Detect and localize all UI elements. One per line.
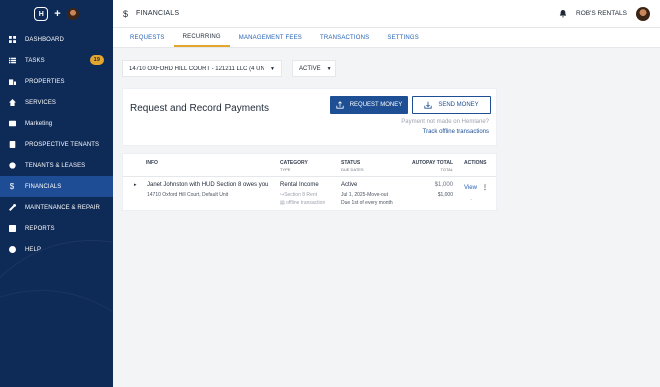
sidebar-nav: DASHBOARD TASKS 19 PROPERTIES SERVICES M… [0, 29, 113, 260]
recurring-table: INFO CATEGORY TYPE STATUS DUE DATES AUTO… [122, 153, 497, 211]
tasks-count-badge: 19 [89, 55, 104, 65]
page-title: FINANCIALS [136, 10, 180, 17]
sidebar-item-label: PROPERTIES [25, 78, 65, 85]
offline-transaction-label: offline transaction [286, 200, 326, 206]
sidebar-item-services[interactable]: SERVICES [0, 92, 113, 113]
sidebar-item-label: REPORTS [25, 225, 55, 232]
row-title: Janet Johnston with HUD Section 8 owes y… [147, 182, 269, 188]
reports-icon [8, 225, 16, 233]
sidebar-item-label: HELP [25, 246, 42, 253]
tab-requests[interactable]: REQUESTS [121, 28, 174, 47]
row-subtitle: 14710 Oxford Hill Court, Default Unit [147, 192, 229, 198]
sidebar-item-label: TENANTS & LEASES [25, 162, 86, 169]
row-total: $1,000 [437, 192, 453, 198]
sidebar-item-marketing[interactable]: Marketing [0, 113, 113, 134]
account-area: ROB'S RENTALS [559, 6, 650, 21]
row-category: Rental Income [280, 182, 319, 188]
row-due-schedule: Due 1st of every month [341, 200, 393, 206]
top-bar: $ FINANCIALS ROB'S RENTALS [113, 0, 660, 28]
row-type: ↪Section 8 Rent [280, 192, 317, 198]
sidebar-header: H + [0, 0, 113, 28]
tab-transactions[interactable]: TRANSACTIONS [311, 28, 378, 47]
offline-question: Payment not made on Hemlane? [401, 119, 489, 125]
send-money-button[interactable]: SEND MONEY [412, 96, 491, 114]
prospective-tenants-icon [8, 141, 16, 149]
avatar[interactable] [66, 8, 79, 20]
property-select[interactable]: 14710 OXFORD HILL COURT - 121211 LLC (4 … [122, 60, 282, 77]
dashboard-icon [8, 36, 16, 44]
dollar-icon: $ [123, 8, 129, 19]
sidebar-item-dashboard[interactable]: DASHBOARD [0, 29, 113, 50]
row-offline-transaction: ▤ offline transaction [280, 200, 325, 206]
chevron-down-icon: ▼ [270, 65, 275, 72]
services-icon [8, 99, 16, 107]
sidebar-item-prospective-tenants[interactable]: PROSPECTIVE TENANTS [0, 134, 113, 155]
sidebar-item-label: SERVICES [25, 99, 57, 106]
tab-recurring[interactable]: RECURRING [173, 28, 230, 47]
tab-management-fees[interactable]: MANAGEMENT FEES [230, 28, 311, 47]
request-money-label: REQUEST MONEY [349, 102, 403, 108]
sidebar-item-label: MAINTENANCE & REPAIR [25, 204, 100, 211]
row-autopay-total: $1,000 [434, 182, 453, 188]
sidebar-item-properties[interactable]: PROPERTIES [0, 71, 113, 92]
logo-icon[interactable]: H [34, 7, 49, 21]
sidebar-item-label: FINANCIALS [25, 183, 62, 190]
view-button[interactable]: View [464, 185, 477, 191]
col-category: CATEGORY [280, 160, 308, 166]
sidebar-item-label: DASHBOARD [25, 36, 64, 43]
property-select-value: 14710 OXFORD HILL COURT - 121211 LLC (4 … [129, 65, 265, 72]
row-status: Active [341, 182, 358, 188]
send-icon [424, 101, 432, 109]
help-icon [8, 246, 16, 254]
account-name[interactable]: ROB'S RENTALS [576, 10, 627, 17]
upload-icon [336, 101, 344, 109]
plus-icon[interactable]: + [54, 8, 60, 20]
card-title: Request and Record Payments [130, 103, 269, 114]
marketing-icon [8, 120, 16, 128]
maintenance-icon [8, 204, 16, 212]
chevron-down-icon: ▼ [326, 65, 332, 72]
col-total: TOTAL [440, 167, 453, 172]
track-offline-link[interactable]: Track offline transactions [423, 129, 489, 135]
status-select-value: ACTIVE [299, 65, 321, 72]
tenants-leases-icon [8, 162, 16, 170]
sidebar-item-reports[interactable]: REPORTS [0, 218, 113, 239]
request-money-button[interactable]: REQUEST MONEY [330, 96, 408, 114]
sidebar-item-label: TASKS [25, 57, 45, 64]
sidebar-item-label: PROSPECTIVE TENANTS [25, 141, 100, 148]
tab-bar: REQUESTS RECURRING MANAGEMENT FEES TRANS… [113, 28, 660, 48]
header-divider [123, 176, 496, 177]
col-status: STATUS [341, 160, 361, 166]
col-type: TYPE [280, 167, 291, 172]
sidebar: H + DASHBOARD TASKS 19 PROPERTIES SERVIC… [0, 0, 113, 387]
sidebar-item-tasks[interactable]: TASKS 19 [0, 50, 113, 71]
row-dash: - [470, 197, 472, 203]
col-autopay-total: AUTOPAY TOTAL [411, 160, 453, 166]
row-due-date: Jul 1, 2025-Move-out [341, 192, 388, 198]
tasks-icon [8, 57, 16, 65]
request-record-card: Request and Record Payments REQUEST MONE… [122, 88, 497, 146]
sidebar-item-financials[interactable]: $ FINANCIALS [0, 176, 113, 197]
status-select[interactable]: ACTIVE ▼ [292, 60, 336, 77]
sidebar-item-maintenance[interactable]: MAINTENANCE & REPAIR [0, 197, 113, 218]
financials-icon: $ [9, 182, 15, 191]
avatar[interactable] [636, 6, 650, 21]
sidebar-item-label: Marketing [25, 120, 53, 127]
expand-chevron-icon[interactable]: ▸ [134, 182, 137, 188]
bell-icon[interactable] [559, 9, 567, 18]
sidebar-item-tenants-leases[interactable]: TENANTS & LEASES [0, 155, 113, 176]
more-options-icon[interactable]: ⋮ [482, 184, 488, 191]
properties-icon [8, 78, 16, 86]
sidebar-item-help[interactable]: HELP [0, 239, 113, 260]
tab-settings[interactable]: SETTINGS [378, 28, 428, 47]
send-money-label: SEND MONEY [438, 102, 479, 108]
col-due-dates: DUE DATES [341, 167, 364, 172]
col-info: INFO [146, 160, 158, 166]
col-actions: ACTIONS [464, 160, 487, 166]
